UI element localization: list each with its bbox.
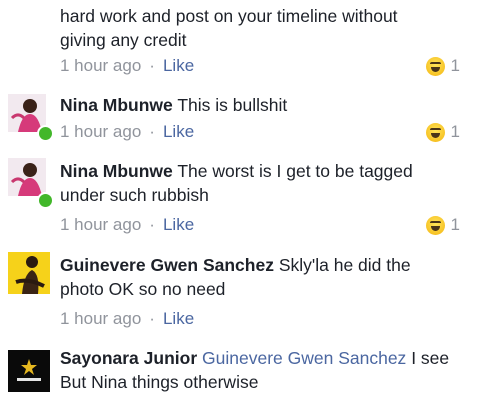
comment-meta: 1 hour ago · Like — [60, 56, 194, 76]
comment-text: Nina Mbunwe The worst is I get to be tag… — [60, 159, 460, 207]
separator-dot: · — [149, 215, 155, 234]
reaction-count-button[interactable]: 1 — [425, 56, 460, 76]
comment-body: under such rubbish — [60, 185, 209, 205]
reaction-count-button[interactable]: 1 — [425, 215, 460, 235]
separator-dot: · — [149, 309, 155, 328]
reaction-count: 1 — [450, 215, 460, 234]
comment-body: But Nina things otherwise — [60, 372, 259, 392]
online-status-dot — [37, 192, 54, 209]
comment-author[interactable]: Guinevere Gwen Sanchez — [60, 255, 274, 275]
comment-body: The worst is I get to be tagged — [177, 161, 413, 181]
comment-time[interactable]: 1 hour ago — [60, 122, 141, 141]
avatar[interactable] — [8, 252, 50, 294]
comment-body: Skly'la he did the — [278, 255, 411, 275]
comment-text-line: hard work and post on your timeline with… — [60, 6, 398, 26]
like-link[interactable]: Like — [163, 309, 194, 328]
separator-dot: · — [149, 56, 155, 75]
comment-text: Nina Mbunwe This is bullshit — [60, 93, 460, 117]
haha-emoji-icon — [425, 122, 445, 142]
comment-author[interactable]: Nina Mbunwe — [60, 161, 173, 181]
comment-meta: 1 hour ago · Like — [60, 215, 194, 235]
avatar[interactable] — [8, 158, 46, 196]
reaction-count: 1 — [450, 56, 460, 75]
avatar-image — [8, 158, 46, 196]
comment-text-line: giving any credit — [60, 30, 187, 50]
comment-body: photo OK so no need — [60, 279, 226, 299]
avatar-image — [8, 252, 50, 294]
reaction-count-button[interactable]: 1 — [425, 122, 460, 142]
comment-author[interactable]: Sayonara Junior — [60, 348, 197, 368]
comment-time[interactable]: 1 hour ago — [60, 56, 141, 75]
avatar[interactable] — [8, 350, 50, 392]
comment-body: This is bullshit — [177, 95, 288, 115]
comment-time[interactable]: 1 hour ago — [60, 215, 141, 234]
comment-text-line: Sayonara Junior Guinevere Gwen Sanchez I… — [60, 346, 460, 370]
separator-dot: · — [149, 122, 155, 141]
comment-text-line: Guinevere Gwen Sanchez Skly'la he did th… — [60, 253, 460, 277]
like-link[interactable]: Like — [163, 215, 194, 234]
avatar-image — [8, 350, 50, 392]
comment-time[interactable]: 1 hour ago — [60, 309, 141, 328]
like-link[interactable]: Like — [163, 122, 194, 141]
like-link[interactable]: Like — [163, 56, 194, 75]
comment-text-line: Nina Mbunwe The worst is I get to be tag… — [60, 159, 460, 183]
comment-text: Sayonara Junior Guinevere Gwen Sanchez I… — [60, 346, 460, 394]
comment-text: Guinevere Gwen Sanchez Skly'la he did th… — [60, 253, 460, 301]
comment-meta: 1 hour ago · Like — [60, 122, 194, 142]
mention-link[interactable]: Guinevere Gwen Sanchez — [202, 348, 406, 368]
online-status-dot — [37, 125, 54, 142]
reaction-count: 1 — [450, 122, 460, 141]
haha-emoji-icon — [425, 56, 445, 76]
comment-text: hard work and post on your timeline with… — [60, 4, 460, 52]
comment-body: I see — [411, 348, 450, 368]
haha-emoji-icon — [425, 215, 445, 235]
comment-meta: 1 hour ago · Like — [60, 309, 194, 329]
comment-author[interactable]: Nina Mbunwe — [60, 95, 173, 115]
